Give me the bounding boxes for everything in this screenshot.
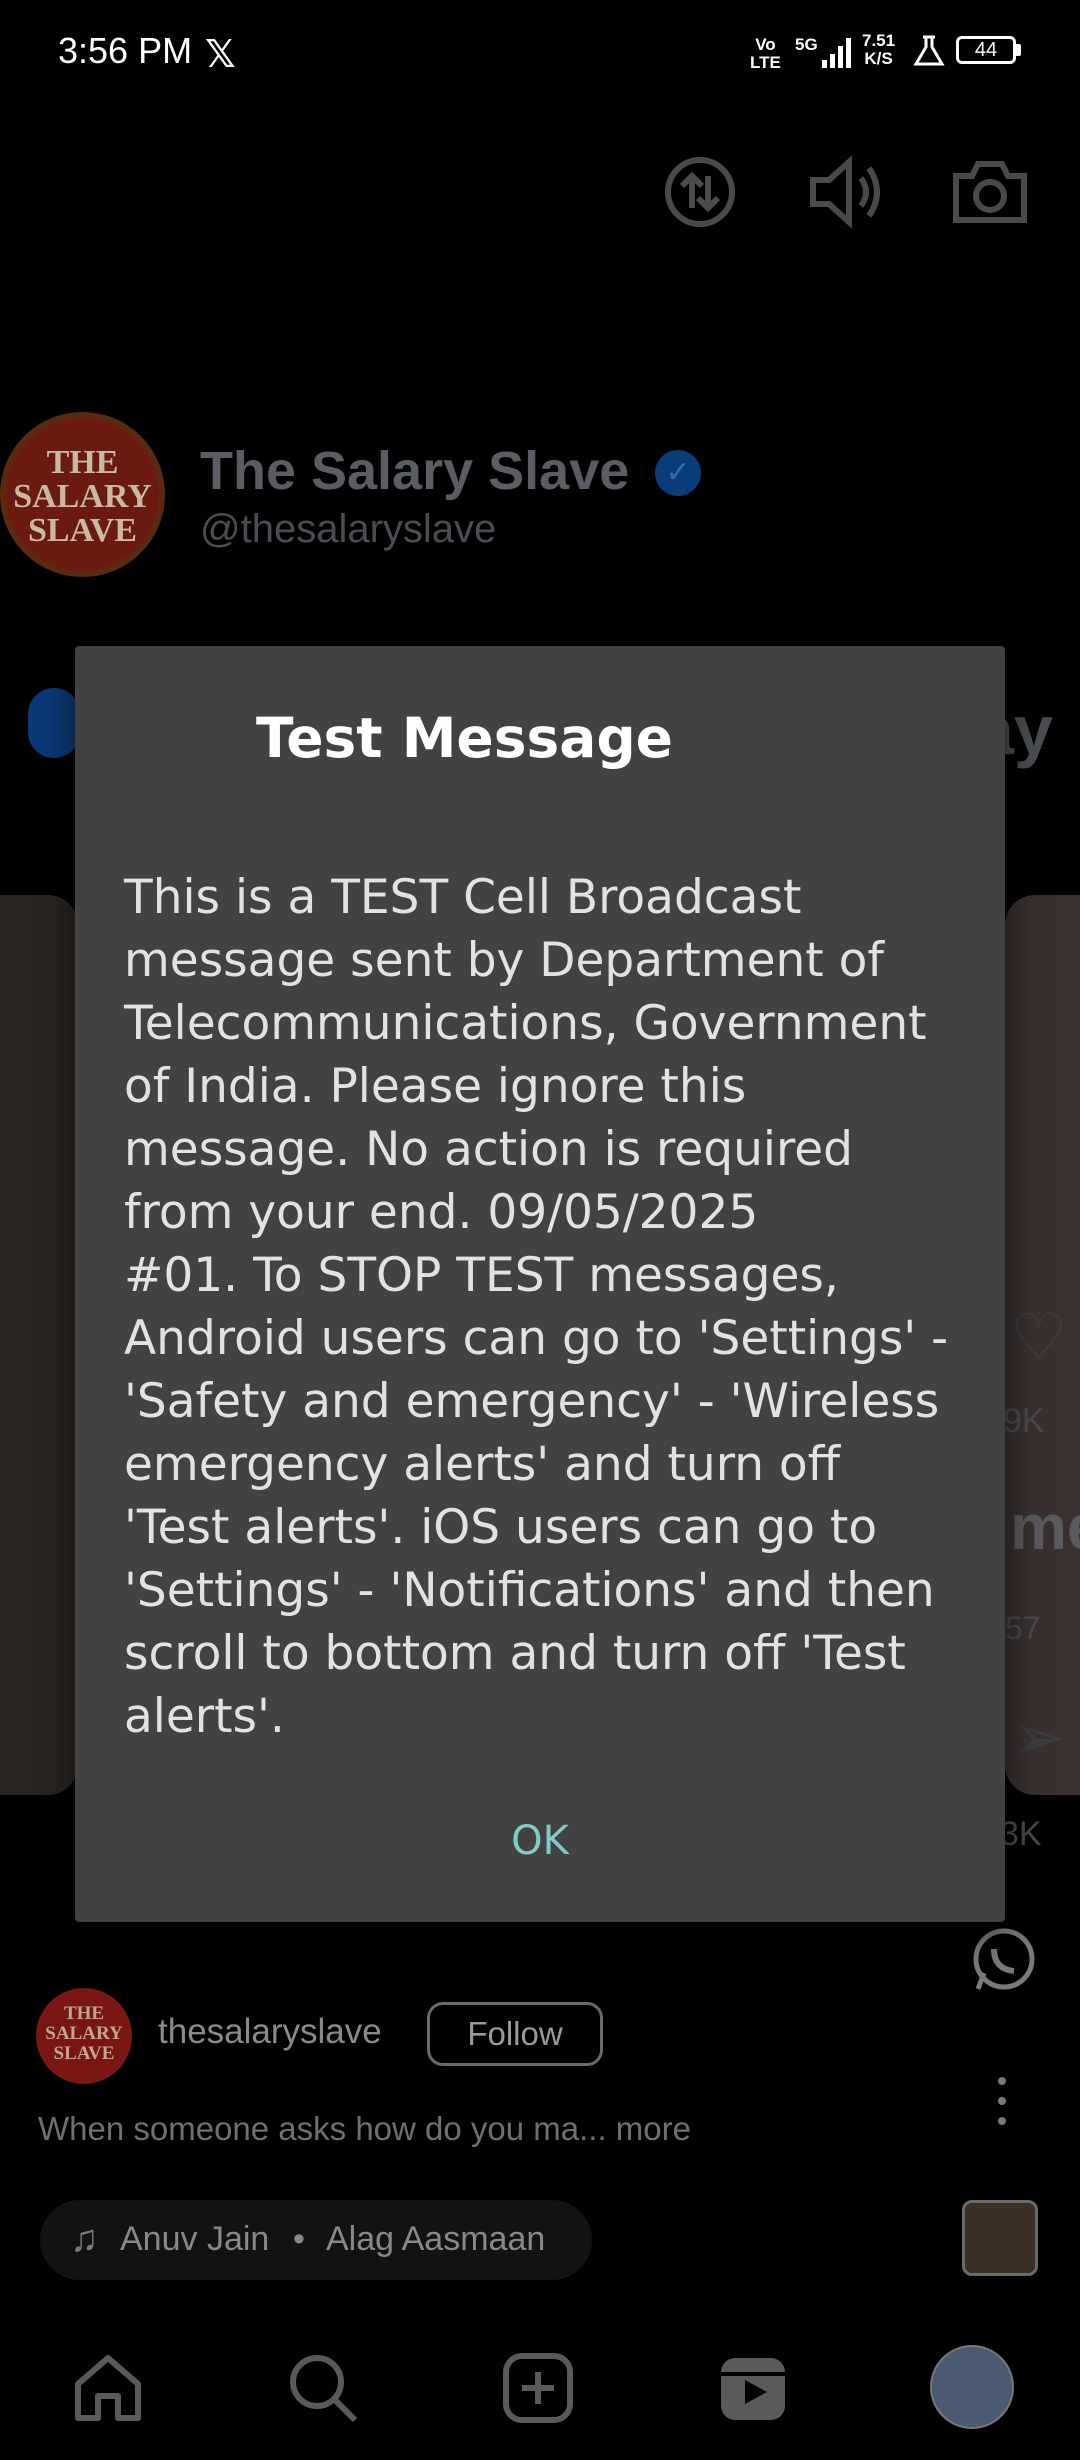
dialog-title: Test Message xyxy=(256,706,673,770)
dialog-message: This is a TEST Cell Broadcast message se… xyxy=(124,870,949,1744)
alert-dialog: Test Message This is a TEST Cell Broadca… xyxy=(75,646,1005,1922)
ok-button[interactable]: OK xyxy=(75,1818,1005,1864)
